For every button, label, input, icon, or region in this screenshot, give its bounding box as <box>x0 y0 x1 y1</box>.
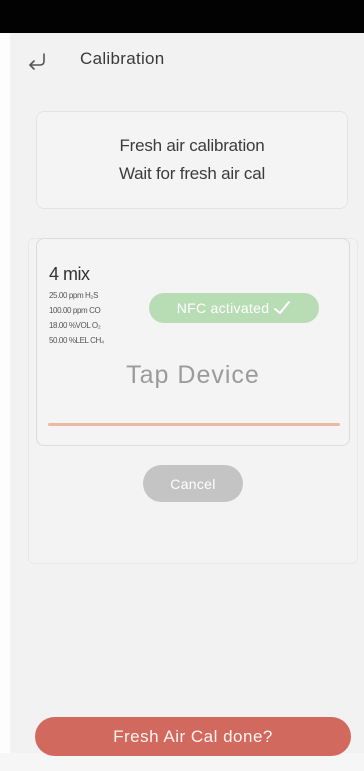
info-line-2: Wait for fresh air cal <box>118 164 266 183</box>
page-title: Calibration <box>80 49 165 68</box>
gas-line-o2: 18.00 %VOL O₂ <box>49 321 101 330</box>
check-icon <box>274 301 291 314</box>
gas-line-co: 100.00 ppm CO <box>49 306 101 315</box>
nfc-status-label: NFC activated <box>176 300 270 316</box>
tap-device-label: Tap Device <box>126 361 260 389</box>
info-card: Fresh air calibration Wait for fresh air… <box>36 111 348 209</box>
info-line-1: Fresh air calibration <box>119 136 265 155</box>
progress-line <box>48 423 340 426</box>
gas-line-ch4: 50.00 %LEL CH₄ <box>49 336 104 345</box>
gas-line-h2s: 25.00 ppm H₂S <box>49 291 99 300</box>
return-arrow-icon[interactable] <box>25 50 49 74</box>
status-bar <box>0 0 364 33</box>
gas-card: 4 mix 25.00 ppm H₂S 100.00 ppm CO 18.00 … <box>36 238 350 446</box>
cancel-button[interactable]: Cancel <box>143 465 243 502</box>
gas-mix-name: 4 mix <box>49 264 90 284</box>
fresh-air-cal-done-button[interactable]: Fresh Air Cal done? <box>35 717 351 756</box>
nfc-status-badge: NFC activated <box>149 293 319 323</box>
